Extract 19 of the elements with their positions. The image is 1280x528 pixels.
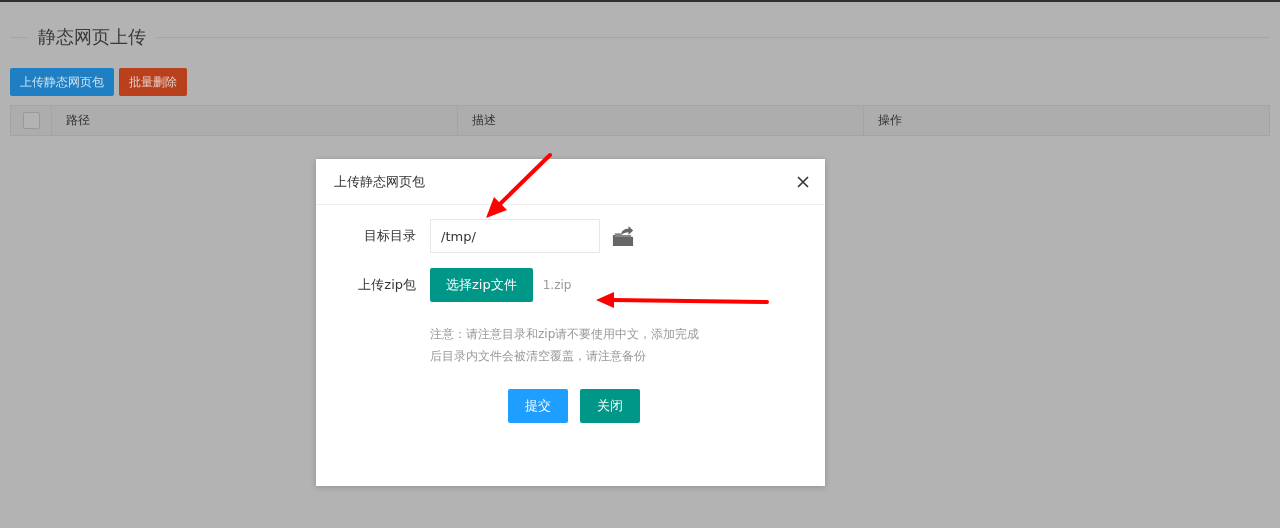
field-label: 目标目录 — [363, 227, 417, 245]
field-label: 上传zip包 — [357, 276, 417, 294]
select-all-checkbox[interactable] — [22, 112, 40, 129]
column-header: 描述 — [472, 112, 496, 129]
toolbar-button[interactable]: 批量删除 — [119, 68, 187, 96]
toolbar-button[interactable]: 上传静态网页包 — [10, 68, 114, 96]
dialog-button[interactable]: 关闭 — [579, 389, 640, 423]
annotation-arrow — [486, 153, 552, 218]
close-icon[interactable] — [797, 175, 809, 188]
choose-file-button[interactable]: 选择zip文件 — [430, 268, 533, 302]
file-name: 1.zip — [542, 278, 572, 292]
dialog-button[interactable]: 提交 — [507, 389, 568, 423]
folder-export-icon[interactable] — [612, 225, 634, 247]
column-header: 操作 — [878, 112, 902, 129]
directory-field[interactable]: /tmp/ — [430, 219, 600, 253]
dialog-title: 上传静态网页包 — [334, 172, 425, 191]
column-header: 路径 — [66, 112, 90, 129]
note-text: 注意：请注意目录和zip请不要使用中文，添加完成后目录内文件会被清空覆盖，请注意备份 — [430, 326, 701, 365]
page-title: 静态网页上传 — [37, 25, 147, 49]
